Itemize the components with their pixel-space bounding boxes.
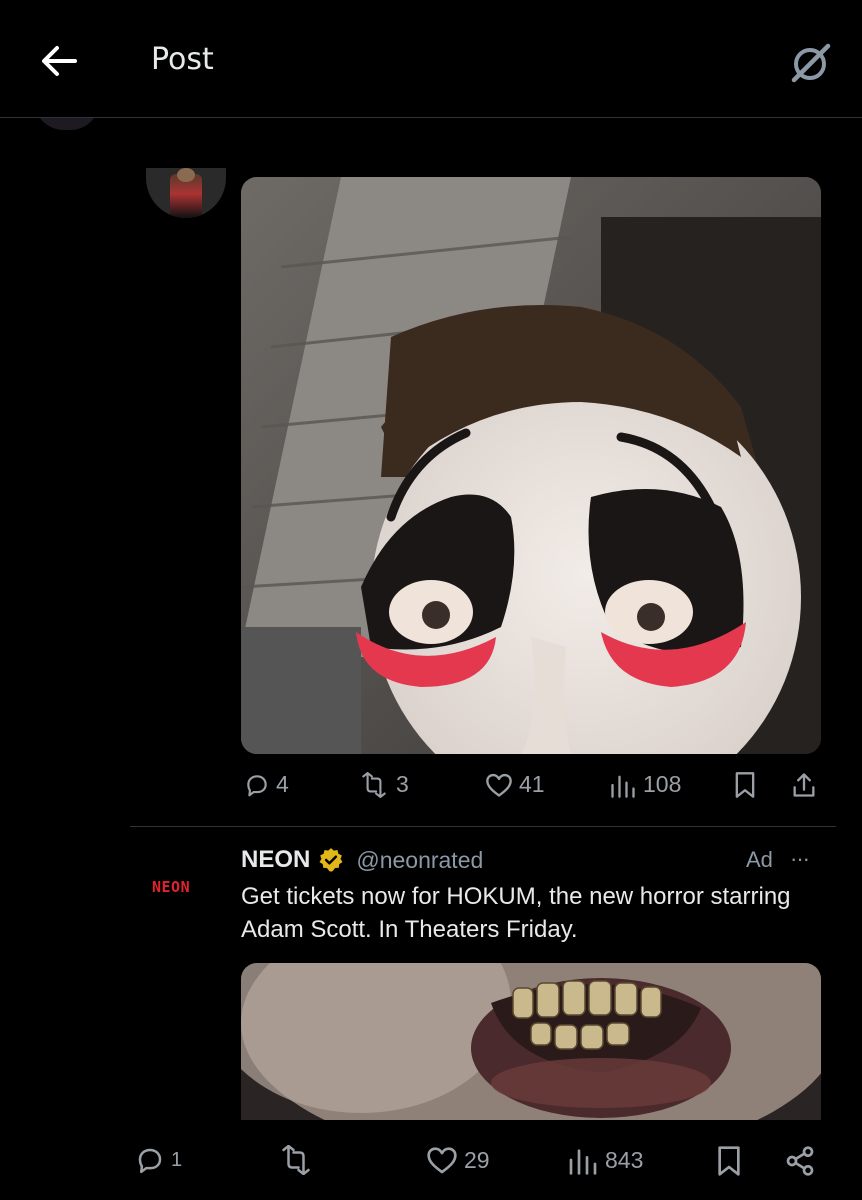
reply-count: 1 bbox=[171, 1148, 183, 1171]
bookmark-button[interactable] bbox=[733, 771, 757, 799]
top-bar: Post bbox=[0, 0, 862, 118]
heart-icon bbox=[427, 1147, 457, 1174]
views-button[interactable]: 843 bbox=[567, 1145, 643, 1175]
bookmark-icon bbox=[718, 1146, 740, 1176]
horror-face-photo bbox=[241, 963, 821, 1120]
avatar[interactable] bbox=[146, 168, 226, 218]
grok-button[interactable] bbox=[786, 40, 836, 86]
reply-count: 4 bbox=[276, 771, 289, 797]
grok-slash-icon bbox=[791, 43, 831, 83]
view-count: 108 bbox=[643, 771, 682, 797]
divider bbox=[130, 826, 836, 827]
repost-icon bbox=[362, 771, 386, 798]
page-title: Post bbox=[151, 42, 214, 77]
post-text: Get tickets now for HOKUM, the new horro… bbox=[241, 883, 791, 943]
repost-icon bbox=[282, 1145, 310, 1175]
share-nodes-icon bbox=[786, 1146, 814, 1176]
analytics-icon bbox=[569, 1149, 597, 1175]
share-button[interactable] bbox=[790, 771, 818, 799]
verified-badge-icon bbox=[319, 848, 343, 872]
author-name[interactable]: NEON bbox=[241, 846, 310, 874]
heart-icon bbox=[486, 773, 512, 797]
author-handle[interactable]: @neonrated bbox=[356, 847, 483, 874]
view-count: 843 bbox=[605, 1146, 644, 1173]
share-icon bbox=[793, 773, 815, 797]
like-button[interactable]: 29 bbox=[426, 1145, 490, 1175]
repost-count: 3 bbox=[396, 771, 409, 797]
like-count: 41 bbox=[519, 771, 545, 797]
like-button[interactable]: 41 bbox=[485, 771, 545, 798]
clown-face-photo bbox=[241, 177, 821, 754]
reply-button[interactable]: 4 bbox=[244, 771, 289, 798]
post-actions: 4 3 41 108 bbox=[0, 769, 862, 809]
bookmark-button[interactable] bbox=[715, 1145, 743, 1177]
ad-author[interactable]: NEON @neonrated bbox=[241, 845, 483, 875]
reply-button[interactable]: 1 bbox=[135, 1145, 182, 1175]
ad-actions: 1 29 843 bbox=[0, 1143, 862, 1183]
repost-button[interactable]: 3 bbox=[358, 771, 409, 798]
bookmark-icon bbox=[735, 772, 755, 798]
more-options-button[interactable]: ··· bbox=[790, 846, 810, 872]
ad-label: Ad bbox=[746, 847, 773, 872]
ad-image[interactable] bbox=[241, 963, 821, 1120]
repost-button[interactable] bbox=[277, 1145, 321, 1175]
analytics-icon bbox=[611, 775, 635, 798]
reply-icon bbox=[138, 1148, 162, 1174]
share-button[interactable] bbox=[784, 1145, 816, 1177]
arrow-left-icon bbox=[42, 46, 77, 76]
reply-icon bbox=[247, 774, 267, 796]
back-button[interactable] bbox=[36, 38, 82, 84]
views-button[interactable]: 108 bbox=[609, 771, 681, 798]
post-image[interactable] bbox=[241, 177, 821, 754]
like-count: 29 bbox=[464, 1146, 490, 1173]
neon-logo[interactable]: NEON bbox=[152, 878, 190, 896]
